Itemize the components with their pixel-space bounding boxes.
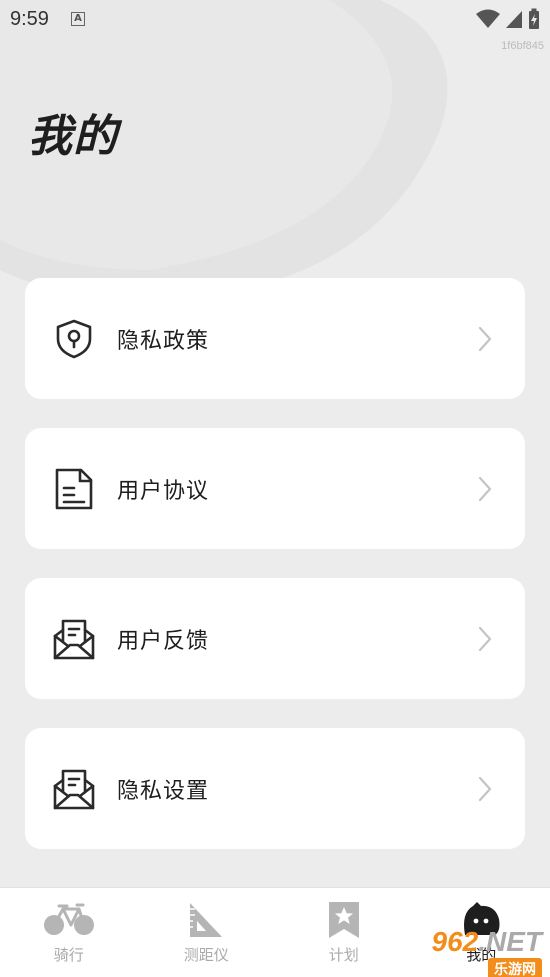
tab-plan[interactable]: 计划 (275, 888, 413, 977)
menu-item-label: 隐私政策 (117, 328, 210, 354)
chevron-right-icon (478, 776, 492, 801)
menu-item-user-agreement[interactable]: 用户协议 (25, 428, 525, 549)
battery-icon (529, 8, 539, 29)
shield-lock-icon (52, 317, 96, 361)
wifi-icon (476, 9, 500, 28)
tab-label: 计划 (328, 946, 359, 964)
status-indicators (476, 8, 540, 30)
notification-icon: A (70, 12, 85, 26)
tab-label: 骑行 (53, 946, 84, 964)
menu-list: 隐私政策 用户协议 用户反馈 隐私设置 (25, 278, 525, 878)
chevron-right-icon (478, 476, 492, 501)
bicycle-icon (43, 900, 95, 940)
page-title: 我的 (28, 111, 118, 162)
mail-open-icon (52, 767, 96, 811)
menu-item-privacy-settings[interactable]: 隐私设置 (25, 728, 525, 849)
menu-item-privacy-policy[interactable]: 隐私政策 (25, 278, 525, 399)
watermark-logo: 962.NET 乐游网 (431, 926, 543, 977)
bookmark-star-icon (328, 900, 360, 940)
menu-item-label: 用户协议 (117, 478, 210, 504)
chevron-right-icon (478, 626, 492, 651)
ruler-triangle-icon (188, 900, 224, 940)
chevron-right-icon (478, 326, 492, 351)
build-id: 1f6bf845 (501, 40, 544, 52)
menu-item-label: 隐私设置 (117, 778, 210, 804)
status-time: 9:59 (10, 7, 49, 30)
tab-label: 测距仪 (183, 946, 229, 964)
mail-open-icon (52, 617, 96, 661)
menu-item-label: 用户反馈 (117, 628, 210, 654)
signal-icon (506, 11, 522, 28)
status-bar: 9:59 A (0, 0, 550, 38)
menu-item-user-feedback[interactable]: 用户反馈 (25, 578, 525, 699)
document-icon (52, 467, 96, 511)
watermark-site: 乐游网 (488, 958, 542, 977)
tab-riding[interactable]: 骑行 (0, 888, 138, 977)
watermark-number: 962.NET (431, 926, 543, 957)
tab-rangefinder[interactable]: 测距仪 (138, 888, 276, 977)
